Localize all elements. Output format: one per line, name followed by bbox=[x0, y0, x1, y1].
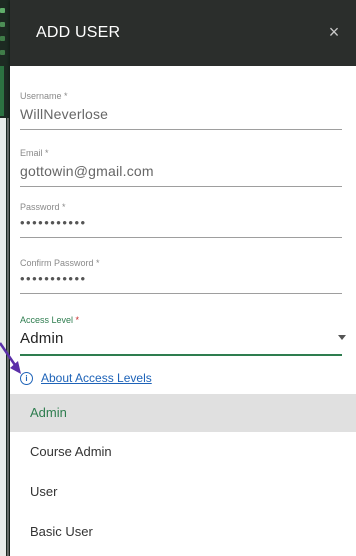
access-level-dropdown-menu: Admin Course Admin User Basic User bbox=[10, 394, 356, 552]
access-level-value[interactable]: Admin bbox=[20, 330, 346, 347]
field-underline-active bbox=[20, 354, 342, 356]
field-underline bbox=[20, 293, 342, 294]
close-button[interactable]: × bbox=[322, 20, 346, 44]
password-input[interactable]: ••••••••••• bbox=[20, 215, 346, 230]
password-label: Password * bbox=[20, 202, 346, 212]
dialog-title: ADD USER bbox=[36, 24, 121, 41]
access-option-admin[interactable]: Admin bbox=[10, 394, 356, 432]
dialog-header: ADD USER × bbox=[10, 0, 356, 66]
confirm-password-label: Confirm Password * bbox=[20, 258, 346, 268]
username-field[interactable]: Username * WillNeverlose bbox=[20, 91, 346, 130]
access-level-label: Access Level * bbox=[20, 315, 346, 325]
email-label: Email * bbox=[20, 148, 346, 158]
required-mark: * bbox=[75, 315, 80, 325]
required-mark: * bbox=[62, 202, 66, 212]
confirm-password-field[interactable]: Confirm Password * ••••••••••• bbox=[20, 258, 346, 294]
field-underline bbox=[20, 186, 342, 187]
annotation-arrow-icon bbox=[0, 342, 21, 374]
field-underline bbox=[20, 237, 342, 238]
dropdown-caret-icon[interactable] bbox=[338, 335, 346, 340]
email-field[interactable]: Email * gottowin@gmail.com bbox=[20, 148, 346, 187]
about-access-levels-link[interactable]: About Access Levels bbox=[41, 371, 152, 385]
email-input[interactable]: gottowin@gmail.com bbox=[20, 163, 346, 179]
password-field[interactable]: Password * ••••••••••• bbox=[20, 202, 346, 238]
access-level-select[interactable]: Access Level * Admin bbox=[20, 315, 346, 356]
access-option-course-admin[interactable]: Course Admin bbox=[10, 432, 356, 472]
required-mark: * bbox=[64, 91, 68, 101]
access-option-user[interactable]: User bbox=[10, 472, 356, 512]
required-mark: * bbox=[45, 148, 49, 158]
access-option-basic-user[interactable]: Basic User bbox=[10, 512, 356, 552]
required-mark: * bbox=[96, 258, 100, 268]
confirm-password-input[interactable]: ••••••••••• bbox=[20, 271, 346, 286]
username-label: Username * bbox=[20, 91, 346, 101]
close-icon: × bbox=[328, 22, 340, 42]
field-underline bbox=[20, 129, 342, 130]
username-input[interactable]: WillNeverlose bbox=[20, 106, 346, 122]
